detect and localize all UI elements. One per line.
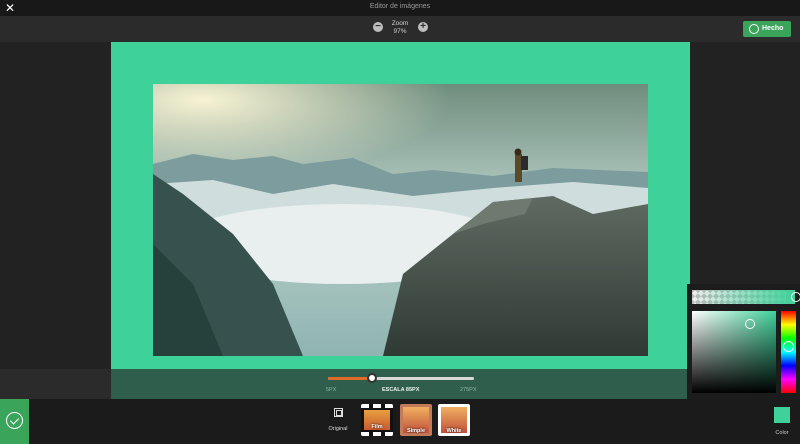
window-title: Editor de imágenes xyxy=(369,3,431,10)
original-label: Original xyxy=(328,426,348,432)
scale-bar-left-strip xyxy=(0,369,111,399)
frame-option-simple[interactable]: Simple xyxy=(400,404,432,436)
simple-label: Simple xyxy=(406,428,426,434)
hue-slider-handle[interactable] xyxy=(783,341,794,352)
hue-slider[interactable] xyxy=(781,311,796,393)
no-frame-icon xyxy=(333,408,343,417)
done-button-label: Hecho xyxy=(762,25,784,32)
zoom-toolbar: − Zoom 97% + xyxy=(0,16,800,42)
frame-option-film[interactable]: Film xyxy=(361,404,393,436)
frame-color-swatch[interactable] xyxy=(774,407,790,423)
white-label: White xyxy=(446,428,462,434)
scale-slider-handle[interactable] xyxy=(366,373,377,383)
scale-current-label: ESCALA 85PX xyxy=(382,387,420,393)
saturation-value-handle[interactable] xyxy=(745,319,755,329)
frame-option-original[interactable]: Original xyxy=(326,406,350,438)
saturation-value-area[interactable] xyxy=(692,311,776,393)
alpha-slider-handle[interactable] xyxy=(791,292,800,302)
frame-option-white[interactable]: White xyxy=(438,404,470,436)
scale-slider-fill xyxy=(328,377,372,380)
scale-min-label: 5PX xyxy=(326,387,337,393)
zoom-value: 97% xyxy=(393,28,407,35)
done-button[interactable]: Hecho xyxy=(743,21,791,37)
photo-preview xyxy=(153,84,648,356)
title-bar: ✕ Editor de imágenes xyxy=(0,0,800,16)
frame-scale-bar xyxy=(111,369,690,399)
scale-max-label: 275PX xyxy=(460,387,477,393)
alpha-slider[interactable] xyxy=(692,290,795,304)
color-label: Color xyxy=(775,430,789,436)
zoom-label: Zoom xyxy=(391,20,409,27)
film-label: Film xyxy=(371,424,383,430)
image-editor: ✕ Editor de imágenes − Zoom 97% + Hecho xyxy=(0,0,800,444)
check-circle-icon xyxy=(749,24,759,34)
landscape-photo xyxy=(153,84,648,356)
check-circle-icon xyxy=(6,412,23,429)
apply-button[interactable] xyxy=(0,399,29,444)
zoom-readout: Zoom 97% xyxy=(380,20,420,36)
zoom-in-icon[interactable]: + xyxy=(418,22,428,32)
